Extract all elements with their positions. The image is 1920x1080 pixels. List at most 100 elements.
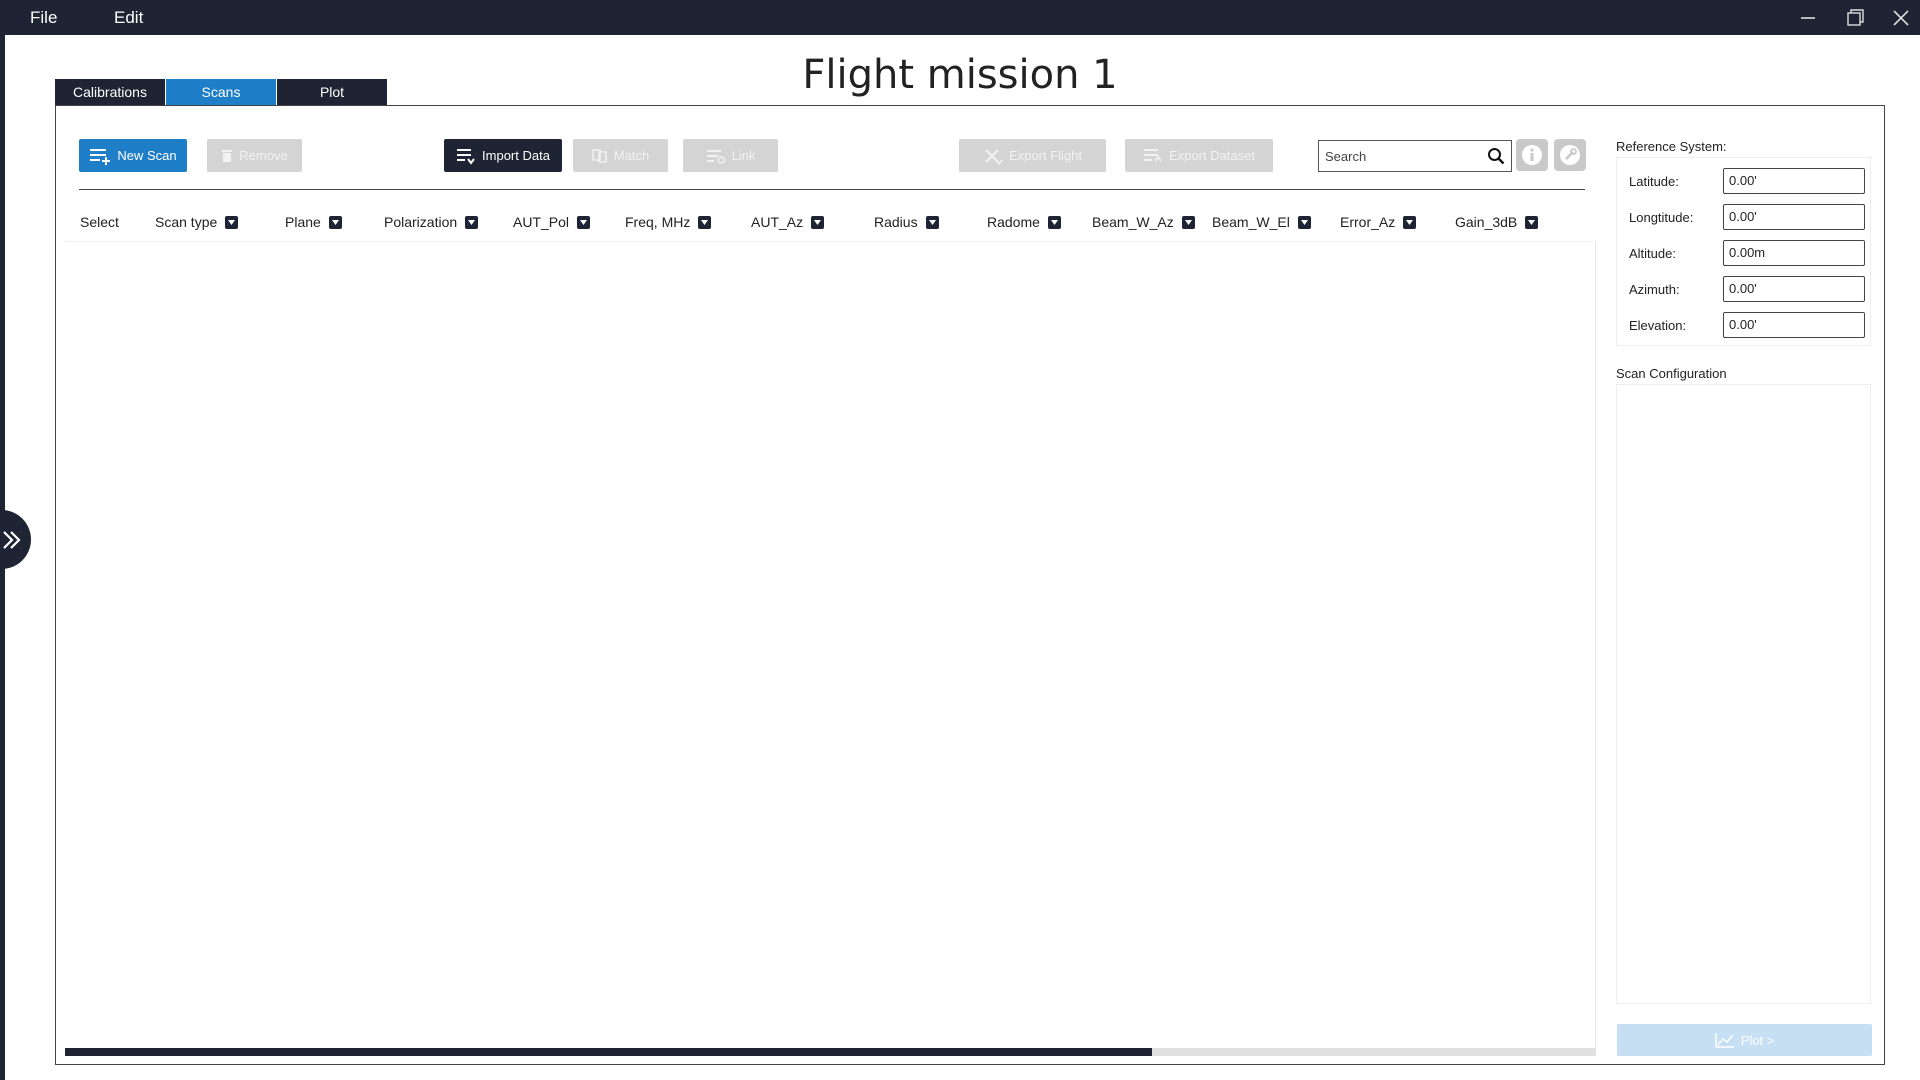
search-icon[interactable]: [1487, 147, 1505, 165]
column-label: AUT_Pol: [513, 214, 570, 230]
scan-configuration-panel: [1616, 384, 1871, 1004]
add-list-icon: [90, 148, 111, 165]
column-error-az[interactable]: Error_Az: [1340, 205, 1417, 239]
export-flight-icon: [985, 148, 1003, 165]
column-radius[interactable]: Radius: [874, 205, 939, 239]
caret-down-icon[interactable]: [225, 215, 239, 229]
search-box: [1318, 140, 1512, 172]
column-polarization[interactable]: Polarization: [384, 205, 479, 239]
column-aut-pol[interactable]: AUT_Pol: [513, 205, 591, 239]
caret-down-icon[interactable]: [925, 215, 939, 229]
export-list-icon: [1144, 148, 1162, 162]
elevation-label: Elevation:: [1629, 317, 1687, 333]
caret-down-icon[interactable]: [1181, 215, 1195, 229]
new-scan-label: New Scan: [117, 148, 177, 163]
match-button[interactable]: Match: [573, 139, 668, 172]
tab-calibrations[interactable]: Calibrations: [55, 79, 165, 105]
column-label: Radome: [987, 214, 1040, 230]
column-aut-az[interactable]: AUT_Az: [751, 205, 825, 239]
longitude-label: Longtitude:: [1629, 209, 1694, 225]
caret-down-icon[interactable]: [1047, 215, 1061, 229]
column-label: Freq, MHz: [625, 214, 691, 230]
azimuth-row: Azimuth: 0.00': [1629, 276, 1869, 302]
info-button[interactable]: [1516, 139, 1548, 171]
column-gain-3db[interactable]: Gain_3dB: [1455, 205, 1539, 239]
column-scan-type[interactable]: Scan type: [155, 205, 239, 239]
minimize-icon: [1801, 16, 1815, 19]
longitude-field[interactable]: 0.00': [1723, 204, 1865, 230]
chart-icon: [1714, 1033, 1734, 1048]
remove-button[interactable]: Remove: [207, 139, 302, 172]
remove-label: Remove: [239, 148, 288, 163]
tab-plot[interactable]: Plot: [277, 79, 387, 105]
plot-button[interactable]: Plot >: [1617, 1024, 1872, 1056]
trash-icon: [222, 149, 233, 162]
settings-button[interactable]: [1554, 139, 1586, 171]
caret-down-icon[interactable]: [1525, 215, 1539, 229]
plot-label: Plot >: [1740, 1032, 1775, 1048]
azimuth-label: Azimuth:: [1629, 281, 1680, 297]
column-beam-w-az[interactable]: Beam_W_Az: [1092, 205, 1195, 239]
latitude-label: Latitude:: [1629, 173, 1679, 189]
maximize-button[interactable]: [1832, 0, 1880, 35]
caret-down-icon[interactable]: [1297, 215, 1311, 229]
scrollbar-thumb[interactable]: [65, 1048, 1152, 1056]
column-plane[interactable]: Plane: [285, 205, 342, 239]
close-button[interactable]: [1877, 0, 1920, 35]
column-label: Radius: [874, 214, 918, 230]
column-label: Plane: [285, 214, 321, 230]
caret-down-icon[interactable]: [328, 215, 342, 229]
column-label: Gain_3dB: [1455, 214, 1518, 230]
caret-down-icon[interactable]: [698, 215, 712, 229]
altitude-field[interactable]: 0.00m: [1723, 240, 1865, 266]
export-dataset-label: Export Dataset: [1169, 148, 1255, 163]
column-beam-w-el[interactable]: Beam_W_El: [1212, 205, 1311, 239]
maximize-icon: [1847, 8, 1864, 26]
export-flight-label: Export Flight: [1009, 148, 1082, 163]
import-list-icon: [457, 148, 475, 165]
column-freq-mhz[interactable]: Freq, MHz: [625, 205, 712, 239]
toolbar-divider: [79, 189, 1585, 190]
caret-down-icon[interactable]: [1403, 215, 1417, 229]
horizontal-scrollbar[interactable]: [65, 1048, 1596, 1056]
link-label: Link: [731, 148, 756, 163]
import-data-label: Import Data: [482, 148, 550, 163]
column-label: AUT_Az: [751, 214, 804, 230]
tab-scans[interactable]: Scans: [166, 79, 276, 105]
column-radome[interactable]: Radome: [987, 205, 1061, 239]
search-input[interactable]: [1325, 148, 1475, 164]
match-icon: [592, 148, 607, 163]
column-label: Beam_W_El: [1212, 214, 1290, 230]
info-icon: [1522, 145, 1542, 165]
page-title: Flight mission 1: [802, 52, 1118, 98]
side-panel-toggle[interactable]: [0, 510, 31, 569]
double-chevron-right-icon: [3, 530, 21, 549]
elevation-field[interactable]: 0.00': [1723, 312, 1865, 338]
close-icon: [1893, 9, 1909, 26]
export-flight-button[interactable]: Export Flight: [959, 139, 1106, 172]
link-list-icon: [706, 149, 725, 164]
latitude-row: Latitude: 0.00': [1629, 168, 1869, 194]
table-header: Select Scan type Plane Polarization AUT_…: [65, 205, 1595, 243]
reference-system-heading: Reference System:: [1616, 139, 1727, 154]
scans-table-body[interactable]: [65, 241, 1596, 1049]
azimuth-field[interactable]: 0.00': [1723, 276, 1865, 302]
match-label: Match: [613, 148, 650, 163]
column-label: Error_Az: [1340, 214, 1396, 230]
longitude-row: Longtitude: 0.00': [1629, 204, 1869, 230]
menu-file[interactable]: File: [30, 0, 57, 35]
column-label: Select: [80, 214, 119, 230]
caret-down-icon[interactable]: [465, 215, 479, 229]
column-select[interactable]: Select: [80, 205, 119, 239]
link-button[interactable]: Link: [683, 139, 778, 172]
caret-down-icon[interactable]: [577, 215, 591, 229]
import-data-button[interactable]: Import Data: [444, 139, 562, 172]
latitude-field[interactable]: 0.00': [1723, 168, 1865, 194]
scan-configuration-heading: Scan Configuration: [1616, 366, 1727, 381]
new-scan-button[interactable]: New Scan: [79, 139, 187, 172]
altitude-row: Altitude: 0.00m: [1629, 240, 1869, 266]
minimize-button[interactable]: [1784, 0, 1832, 35]
caret-down-icon[interactable]: [811, 215, 825, 229]
export-dataset-button[interactable]: Export Dataset: [1125, 139, 1273, 172]
menu-edit[interactable]: Edit: [114, 0, 143, 35]
